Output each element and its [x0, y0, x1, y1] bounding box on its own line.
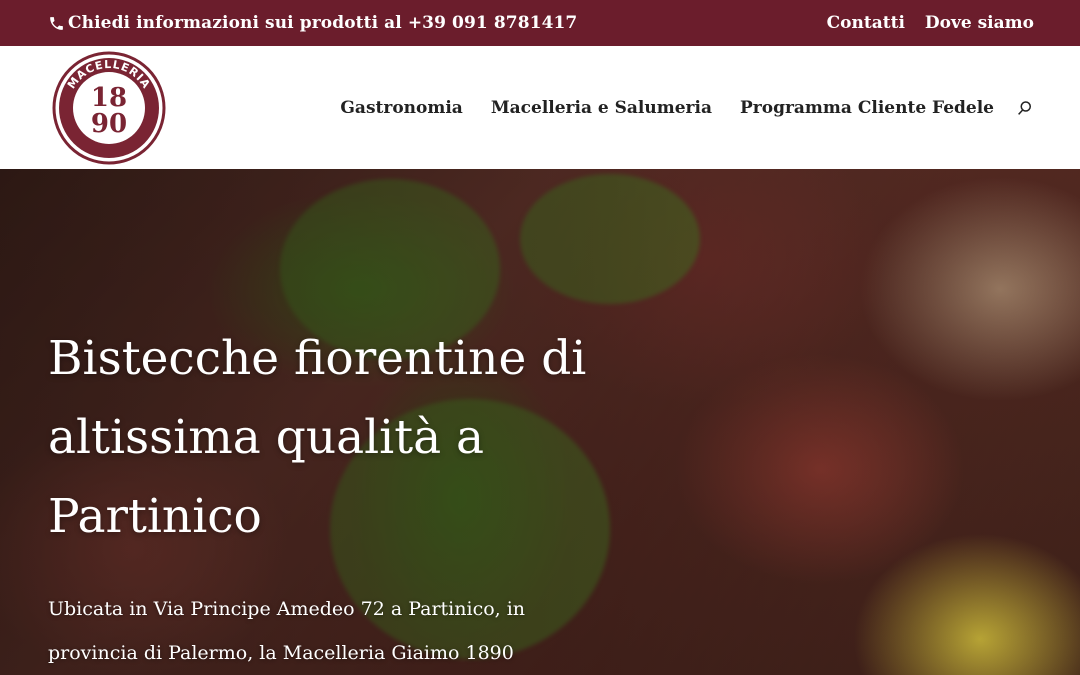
- macelleria-giaimo-logo[interactable]: MACELLERIA GIAIMO 18 90: [52, 51, 166, 165]
- top-bar: Chiedi informazioni sui prodotti al +39 …: [0, 0, 1080, 46]
- logo-year-bottom: 90: [91, 109, 127, 139]
- main-nav: Gastronomia Macelleria e Salumeria Progr…: [340, 98, 1034, 118]
- contact-info-text: Chiedi informazioni sui prodotti al +39 …: [68, 13, 578, 33]
- nav-programma-cliente-fedele[interactable]: Programma Cliente Fedele: [740, 98, 994, 118]
- hero-title: Bistecche fiorentine di altissima qualit…: [48, 331, 587, 544]
- contatti-link[interactable]: Contatti: [827, 13, 905, 33]
- top-links: Contatti Dove siamo: [827, 13, 1034, 33]
- nav-macelleria-salumeria[interactable]: Macelleria e Salumeria: [491, 98, 712, 118]
- search-icon[interactable]: [1016, 99, 1034, 117]
- phone-icon: [50, 16, 63, 30]
- nav-gastronomia[interactable]: Gastronomia: [340, 98, 462, 118]
- dove-siamo-link[interactable]: Dove siamo: [925, 13, 1034, 33]
- hero-description: Ubicata in Via Principe Amedeo 72 a Part…: [48, 598, 526, 664]
- hero-section: Bistecche fiorentine di altissima qualit…: [0, 169, 1080, 675]
- contact-info[interactable]: Chiedi informazioni sui prodotti al +39 …: [48, 13, 577, 33]
- site-header: MACELLERIA GIAIMO 18 90 Gastronomia Mace…: [0, 46, 1080, 169]
